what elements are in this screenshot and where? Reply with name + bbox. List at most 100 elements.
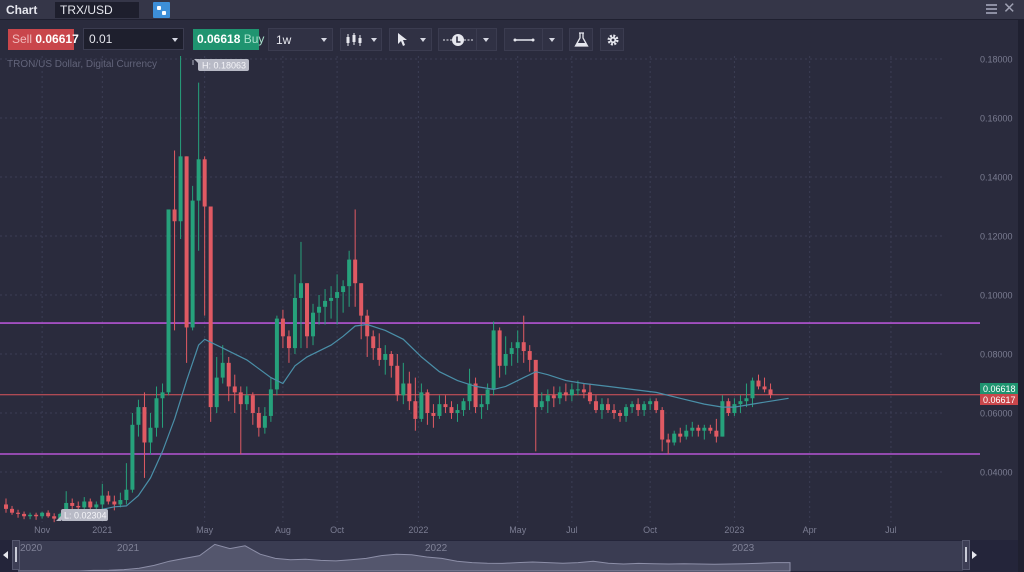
candlestick-series: [4, 56, 773, 523]
candle-body: [545, 395, 550, 402]
candle: [347, 250, 352, 307]
price-chart[interactable]: 0.18000 0.16000 0.14000 0.12000 0.10000 0.080…: [0, 0, 1024, 540]
navigator-year-label: 2022: [425, 543, 448, 554]
price-tick-label: 0.12000: [980, 232, 1013, 242]
candle: [214, 356, 219, 413]
candle: [323, 289, 328, 325]
candle: [690, 421, 695, 437]
candle: [497, 327, 502, 378]
candle: [88, 498, 93, 511]
candle: [648, 398, 653, 411]
candle-body: [744, 398, 749, 402]
candle-body: [88, 501, 93, 508]
candle-body: [238, 392, 243, 405]
candle: [365, 309, 370, 357]
candle-body: [359, 283, 364, 316]
candle-body: [648, 401, 653, 405]
high-value: H: 0.18063: [202, 61, 246, 71]
candle-body: [335, 292, 340, 298]
price-tick-label: 0.06000: [980, 409, 1013, 419]
candle-body: [684, 430, 689, 437]
candle-body: [244, 395, 249, 405]
navigator-right-handle[interactable]: [962, 540, 970, 570]
candle-body: [612, 410, 617, 413]
time-tick-label: Apr: [803, 525, 817, 535]
candle-body: [702, 427, 707, 431]
candle-body: [232, 386, 237, 393]
candle-body: [732, 404, 737, 413]
candle: [130, 413, 135, 493]
navigator-left-handle[interactable]: [12, 540, 20, 570]
candle-body: [630, 404, 635, 408]
candle-body: [762, 386, 767, 390]
scroll-right-arrow-icon[interactable]: [972, 551, 977, 559]
candle-body: [485, 389, 490, 405]
scroll-left-arrow-icon[interactable]: [3, 551, 8, 559]
candle: [389, 351, 394, 378]
candle-body: [196, 159, 201, 201]
candle-body: [437, 404, 442, 416]
price-tick-label: 0.14000: [980, 173, 1013, 183]
candle: [166, 209, 171, 396]
time-tick-label: Oct: [643, 525, 658, 535]
candle-body: [154, 398, 159, 428]
navigator-panel[interactable]: 2020 2021 2022 2023: [0, 540, 1018, 572]
candle-body: [94, 504, 99, 508]
candle: [515, 330, 520, 363]
candle: [425, 389, 430, 425]
candle: [618, 410, 623, 422]
candle: [250, 392, 255, 425]
candle: [16, 509, 21, 518]
candle: [100, 483, 105, 511]
candle-body: [82, 501, 87, 508]
candle-body: [28, 514, 33, 517]
candle: [612, 404, 617, 419]
price-tick-label: 0.16000: [980, 114, 1013, 124]
candle-body: [467, 383, 472, 402]
candle: [46, 510, 51, 518]
time-axis[interactable]: Nov 2021 May Aug Oct 2022 May Jul Oct 2023 Apr Jul: [34, 525, 897, 535]
candle: [449, 401, 454, 419]
candle: [563, 383, 568, 402]
candle: [274, 315, 279, 396]
candle-body: [660, 410, 665, 440]
candle: [431, 404, 436, 428]
navigator-year-label: 2020: [20, 543, 43, 554]
candle-body: [214, 377, 219, 408]
candle-body: [563, 392, 568, 396]
candle: [660, 407, 665, 452]
navigator-year-label: 2023: [732, 543, 755, 554]
candle-body: [298, 283, 303, 298]
symbol-description: TRON/US Dollar, Digital Currency: [7, 59, 158, 70]
candle: [377, 333, 382, 366]
high-label: H: 0.18063: [192, 59, 249, 71]
bid-price: 0.06617: [983, 395, 1016, 405]
candle-body: [52, 516, 57, 519]
time-tick-label: May: [509, 525, 527, 535]
candle-body: [587, 392, 592, 402]
navigator-chart[interactable]: 2020 2021 2022 2023: [0, 540, 1018, 572]
candle-body: [4, 504, 8, 509]
candle-body: [509, 348, 514, 354]
candle-body: [46, 512, 51, 517]
candle: [118, 492, 123, 508]
candle: [317, 295, 322, 325]
candle: [569, 383, 574, 402]
candle-body: [407, 383, 412, 402]
candle-body: [750, 380, 755, 399]
candle-body: [443, 404, 448, 408]
candle-body: [599, 404, 604, 411]
candle: [220, 345, 225, 384]
candle: [136, 399, 141, 437]
price-axis[interactable]: 0.18000 0.16000 0.14000 0.12000 0.10000 0.080…: [980, 55, 1013, 478]
candle: [485, 383, 490, 411]
time-tick-label: May: [196, 525, 214, 535]
candle: [437, 395, 442, 419]
time-tick-label: Oct: [330, 525, 345, 535]
candle-body: [250, 395, 255, 413]
candle: [696, 424, 701, 437]
candle: [557, 386, 562, 405]
candle-body: [118, 500, 123, 505]
candle: [148, 413, 153, 455]
candle: [4, 498, 8, 513]
